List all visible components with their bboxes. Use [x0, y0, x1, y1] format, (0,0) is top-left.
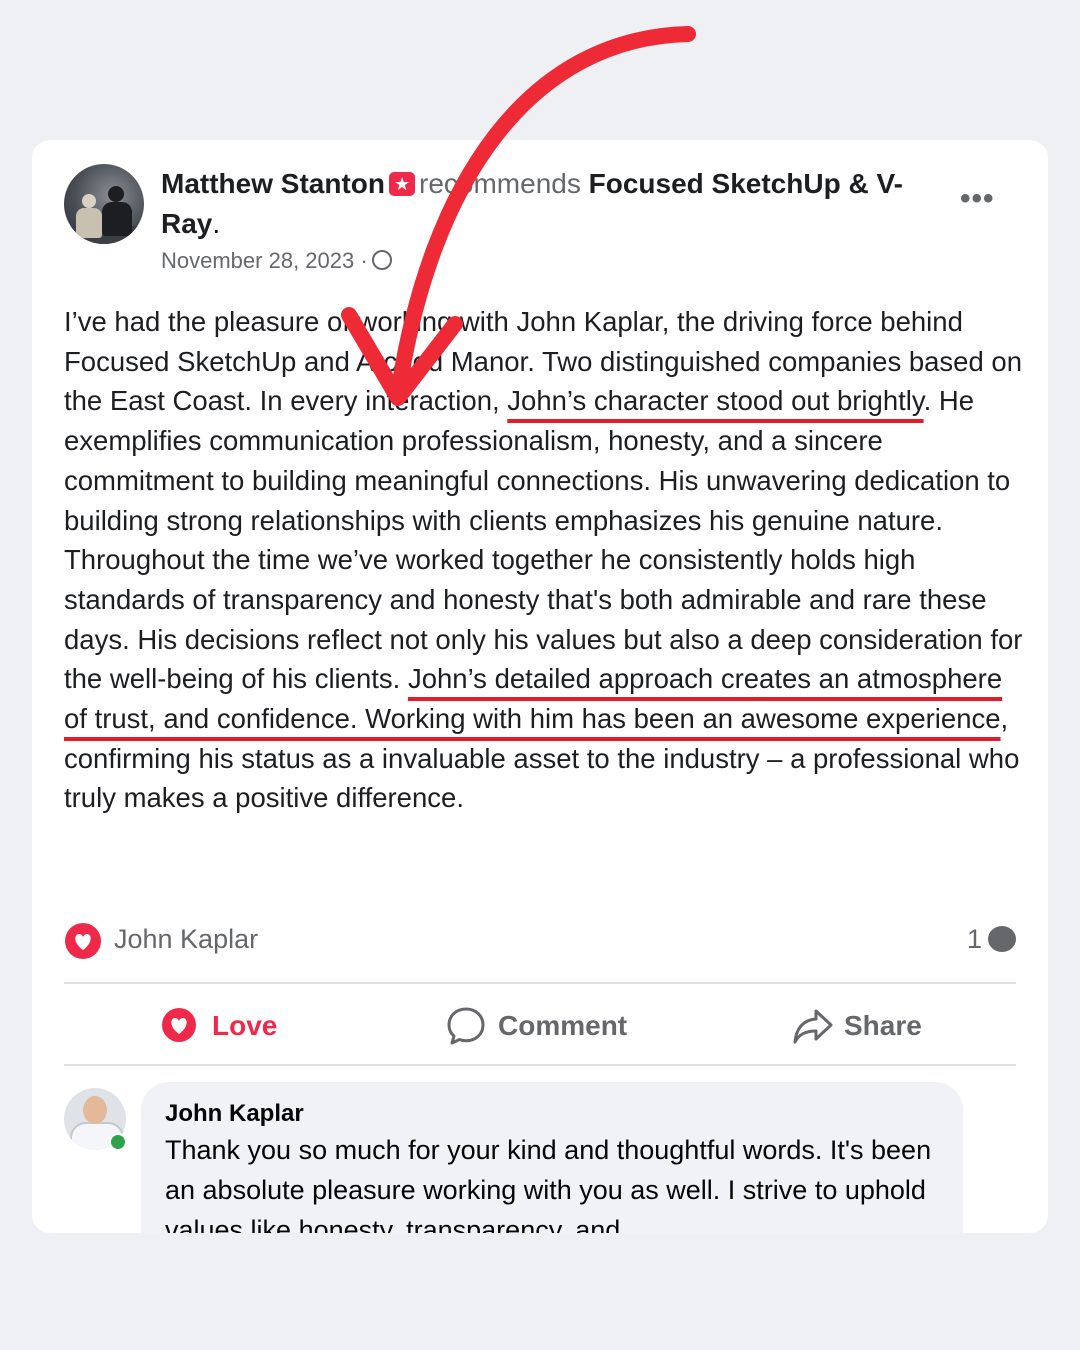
love-heart-icon[interactable]	[64, 922, 102, 960]
post-body: I’ve had the pleasure of working with Jo…	[64, 302, 1024, 818]
post-date-text[interactable]: November 28, 2023 ·	[161, 248, 368, 273]
recommends-verb: recommends	[419, 168, 581, 199]
comment-bubble-icon	[988, 926, 1016, 952]
post-paragraph-1: I’ve had the pleasure of working with Jo…	[64, 306, 1023, 536]
share-arrow-icon	[793, 1009, 833, 1044]
post-header: Matthew Stantonrecommends Focused Sketch…	[161, 164, 951, 244]
reactor-name[interactable]: John Kaplar	[114, 924, 258, 955]
love-label: Love	[212, 1010, 278, 1041]
reactions-row: John Kaplar 1	[64, 920, 1016, 964]
share-label: Share	[844, 1010, 922, 1041]
divider-bottom	[64, 1064, 1016, 1066]
author-name[interactable]: Matthew Stanton	[161, 168, 385, 199]
author-avatar[interactable]	[64, 164, 144, 244]
comment-icon	[447, 1007, 485, 1045]
commenter-name[interactable]: John Kaplar	[165, 1100, 304, 1128]
online-status-dot	[109, 1133, 127, 1151]
comment-label: Comment	[498, 1010, 628, 1041]
divider-top	[64, 982, 1016, 984]
comment-count[interactable]: 1	[967, 924, 1016, 955]
page-name-suffix: .	[212, 208, 221, 239]
post-card: Matthew Stantonrecommends Focused Sketch…	[32, 140, 1048, 1233]
post-paragraph-2: Throughout the time we’ve worked togethe…	[64, 544, 1023, 814]
comment-text: Thank you so much for your kind and thou…	[165, 1135, 932, 1233]
comment-bubble: John Kaplar Thank you so much for your k…	[141, 1082, 963, 1233]
love-heart-icon	[162, 1008, 196, 1042]
post-date: November 28, 2023 ·	[161, 248, 392, 274]
more-options-button[interactable]: •••	[960, 184, 995, 214]
highlighted-phrase-1: John’s character stood out brightly	[507, 385, 924, 417]
globe-icon	[371, 250, 392, 270]
recommend-star-icon	[389, 164, 415, 204]
